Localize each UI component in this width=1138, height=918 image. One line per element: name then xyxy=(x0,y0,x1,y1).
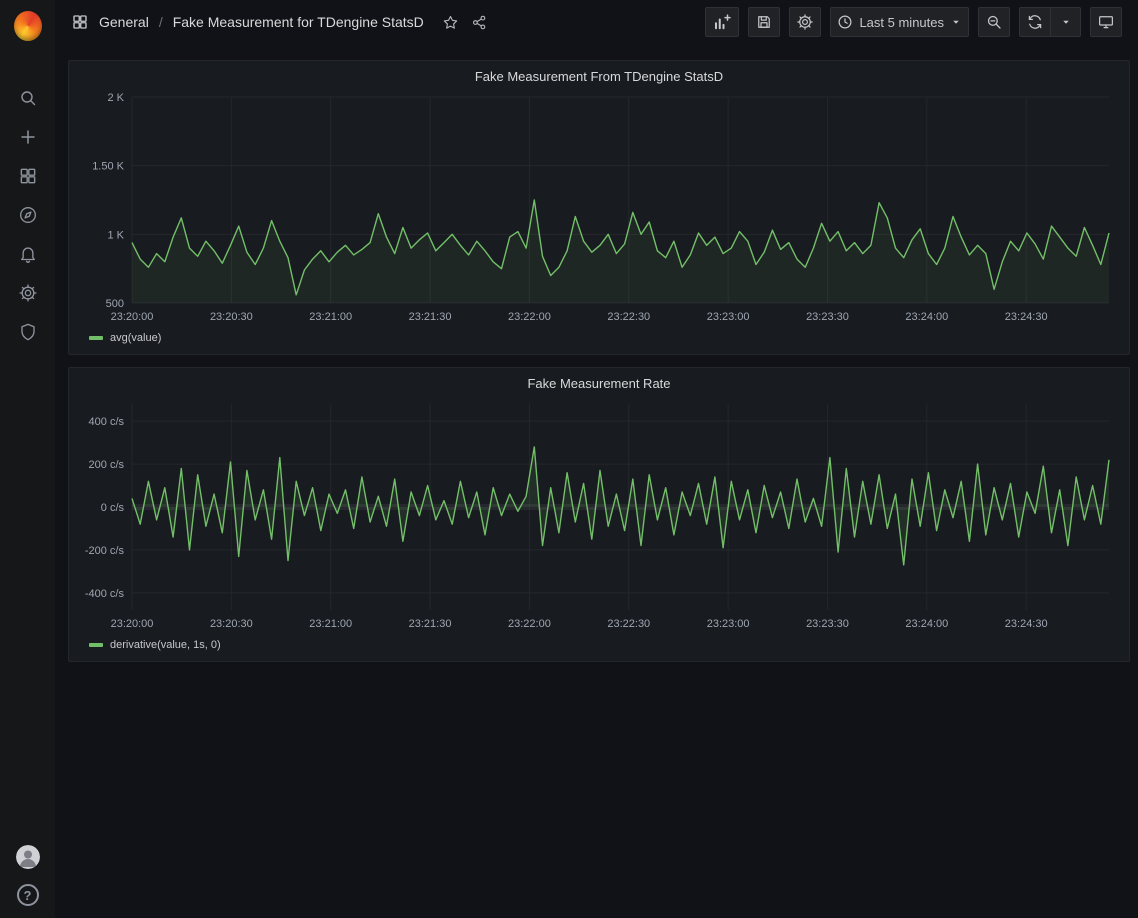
zoom-out-icon xyxy=(985,13,1003,31)
svg-text:23:24:30: 23:24:30 xyxy=(1005,618,1048,630)
panel-fake-measurement: Fake Measurement From TDengine StatsD 23… xyxy=(68,60,1130,355)
refresh-button-group xyxy=(1019,7,1081,37)
alerting-bell-icon xyxy=(18,244,38,264)
svg-text:1 K: 1 K xyxy=(107,229,124,241)
zoom-out-button[interactable] xyxy=(978,7,1010,37)
svg-text:23:22:30: 23:22:30 xyxy=(607,618,650,630)
time-range-label: Last 5 minutes xyxy=(859,15,944,30)
svg-text:23:23:30: 23:23:30 xyxy=(806,618,849,630)
shield-icon xyxy=(18,322,38,342)
chevron-down-icon xyxy=(1060,16,1072,28)
refresh-button[interactable] xyxy=(1019,7,1051,37)
plus-icon xyxy=(18,127,38,147)
svg-text:-200 c/s: -200 c/s xyxy=(85,545,125,557)
sidebar-nav xyxy=(8,78,48,351)
cycle-view-mode-button[interactable] xyxy=(1090,7,1122,37)
grafana-app: ? General / Fake Measurement for TDengin… xyxy=(0,0,1138,918)
svg-text:0 c/s: 0 c/s xyxy=(101,502,125,514)
save-icon xyxy=(755,13,773,31)
panel-title[interactable]: Fake Measurement From TDengine StatsD xyxy=(77,65,1121,89)
dashboard-title[interactable]: Fake Measurement for TDengine StatsD xyxy=(173,14,424,30)
breadcrumb-separator: / xyxy=(159,14,163,30)
legend: avg(value) xyxy=(77,329,1121,347)
refresh-icon xyxy=(1026,13,1044,31)
legend-item-label[interactable]: derivative(value, 1s, 0) xyxy=(110,639,221,651)
breadcrumb-section[interactable]: General xyxy=(99,14,149,30)
svg-text:23:23:00: 23:23:00 xyxy=(707,311,750,323)
share-icon xyxy=(471,14,488,31)
svg-text:23:22:00: 23:22:00 xyxy=(508,311,551,323)
svg-text:500: 500 xyxy=(106,298,124,310)
dashboard-settings-button[interactable] xyxy=(789,7,821,37)
gear-icon xyxy=(796,13,814,31)
share-dashboard-button[interactable] xyxy=(469,12,490,33)
series-color-swatch xyxy=(89,643,103,647)
svg-text:23:21:30: 23:21:30 xyxy=(409,311,452,323)
sidebar-item-alerting[interactable] xyxy=(8,234,48,273)
svg-text:23:23:30: 23:23:30 xyxy=(806,311,849,323)
sidebar-item-server-admin[interactable] xyxy=(8,312,48,351)
add-panel-icon xyxy=(712,12,732,32)
panel-fake-measurement-rate: Fake Measurement Rate 23:20:0023:20:3023… xyxy=(68,367,1130,662)
search-icon xyxy=(18,88,38,108)
svg-text:23:24:00: 23:24:00 xyxy=(905,311,948,323)
clock-icon xyxy=(837,14,853,30)
main-area: General / Fake Measurement for TDengine … xyxy=(55,0,1138,918)
svg-text:23:21:00: 23:21:00 xyxy=(309,618,352,630)
star-dashboard-button[interactable] xyxy=(440,12,461,33)
time-series-graph-2[interactable]: 23:20:00 23:20:30 23:21:00 23:21:30 23:22:00… xyxy=(77,396,1121,636)
grafana-logo[interactable] xyxy=(8,6,48,46)
svg-text:23:21:00: 23:21:00 xyxy=(309,311,352,323)
svg-text:23:23:00: 23:23:00 xyxy=(707,618,750,630)
star-icon xyxy=(442,14,459,31)
time-series-graph-1[interactable]: 23:20:00 23:20:30 23:21:00 23:21:30 23:22:00… xyxy=(77,89,1121,329)
dashboard-grid: Fake Measurement From TDengine StatsD 23… xyxy=(55,44,1138,682)
svg-text:2 K: 2 K xyxy=(107,92,124,104)
svg-text:23:21:30: 23:21:30 xyxy=(409,618,452,630)
legend-item-label[interactable]: avg(value) xyxy=(110,332,161,344)
svg-text:23:20:00: 23:20:00 xyxy=(111,618,154,630)
series-color-swatch xyxy=(89,336,103,340)
sidebar: ? xyxy=(0,0,55,918)
help-icon: ? xyxy=(24,888,32,903)
svg-text:1.50 K: 1.50 K xyxy=(92,161,124,173)
explore-compass-icon xyxy=(18,205,38,225)
avatar-icon xyxy=(16,845,40,869)
svg-text:-400 c/s: -400 c/s xyxy=(85,588,125,600)
user-avatar[interactable] xyxy=(16,845,40,869)
sidebar-item-explore[interactable] xyxy=(8,195,48,234)
top-navbar: General / Fake Measurement for TDengine … xyxy=(55,0,1138,44)
svg-text:23:20:00: 23:20:00 xyxy=(111,311,154,323)
svg-text:23:20:30: 23:20:30 xyxy=(210,618,253,630)
sidebar-bottom: ? xyxy=(16,845,40,906)
sidebar-item-dashboards[interactable] xyxy=(8,156,48,195)
dashboards-icon xyxy=(18,166,38,186)
panel-title[interactable]: Fake Measurement Rate xyxy=(77,372,1121,396)
apps-icon xyxy=(69,11,91,33)
sidebar-item-create[interactable] xyxy=(8,117,48,156)
svg-text:23:22:30: 23:22:30 xyxy=(607,311,650,323)
legend: derivative(value, 1s, 0) xyxy=(77,636,1121,654)
time-picker[interactable]: Last 5 minutes xyxy=(830,7,969,37)
add-panel-button[interactable] xyxy=(705,7,739,37)
monitor-icon xyxy=(1097,13,1115,31)
sidebar-item-search[interactable] xyxy=(8,78,48,117)
svg-text:23:24:00: 23:24:00 xyxy=(905,618,948,630)
toolbar-right: Last 5 minutes xyxy=(705,7,1122,37)
refresh-interval-dropdown[interactable] xyxy=(1051,7,1081,37)
svg-text:23:22:00: 23:22:00 xyxy=(508,618,551,630)
svg-text:200 c/s: 200 c/s xyxy=(89,459,125,471)
chevron-down-icon xyxy=(950,16,962,28)
svg-text:23:24:30: 23:24:30 xyxy=(1005,311,1048,323)
sidebar-item-configuration[interactable] xyxy=(8,273,48,312)
gear-icon xyxy=(18,283,38,303)
svg-text:23:20:30: 23:20:30 xyxy=(210,311,253,323)
svg-text:400 c/s: 400 c/s xyxy=(89,416,125,428)
grafana-logo-icon xyxy=(14,11,42,41)
save-dashboard-button[interactable] xyxy=(748,7,780,37)
help-button[interactable]: ? xyxy=(17,884,39,906)
